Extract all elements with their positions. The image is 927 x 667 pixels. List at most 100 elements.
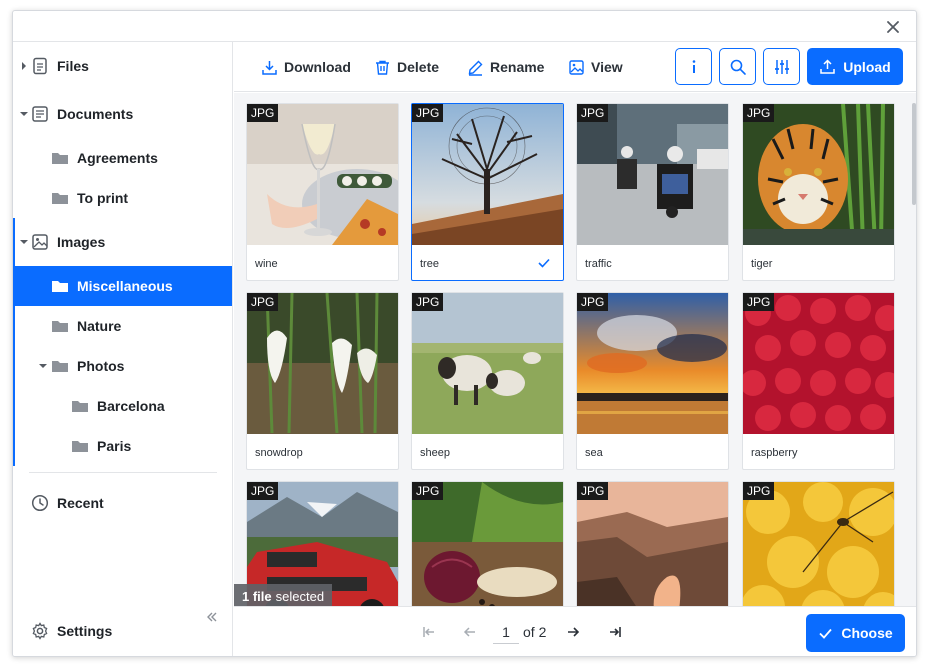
filter-button[interactable] xyxy=(763,48,800,85)
first-page-icon[interactable] xyxy=(420,623,438,641)
info-button[interactable] xyxy=(675,48,712,85)
download-icon xyxy=(262,60,277,75)
page-total: of 2 xyxy=(523,624,547,640)
file-card-tiger[interactable]: JPG tiger xyxy=(742,103,895,281)
sidebar-item-agreements[interactable]: Agreements xyxy=(13,138,232,178)
file-card-wine[interactable]: JPG wine xyxy=(246,103,399,281)
file-card-tree[interactable]: JPG tree xyxy=(411,103,564,281)
file-type-badge: JPG xyxy=(743,293,775,311)
sidebar-item-documents[interactable]: Documents xyxy=(13,94,232,134)
sidebar-item-images[interactable]: Images xyxy=(13,222,232,262)
sidebar-item-files[interactable]: Files xyxy=(13,46,232,86)
thumbnail xyxy=(247,293,398,434)
view-button[interactable]: View xyxy=(568,56,623,78)
file-name: traffic xyxy=(585,258,612,270)
file-type-badge: JPG xyxy=(247,293,279,311)
file-name: tiger xyxy=(751,258,773,270)
file-type-badge: JPG xyxy=(577,104,609,122)
next-page-icon[interactable] xyxy=(564,623,582,641)
thumbnail xyxy=(577,104,728,245)
sidebar-item-photos[interactable]: Photos xyxy=(13,346,232,386)
sidebar: Files Documents Agreements To print Imag… xyxy=(13,42,233,656)
thumbnail xyxy=(743,293,894,434)
sidebar-divider xyxy=(29,472,217,473)
grid-scrollbar[interactable] xyxy=(912,103,916,205)
last-page-icon[interactable] xyxy=(606,623,624,641)
sidebar-item-to-print[interactable]: To print xyxy=(13,178,232,218)
file-name: tree xyxy=(420,258,439,270)
check-icon xyxy=(537,256,551,270)
view-label: View xyxy=(591,59,623,75)
folder-icon xyxy=(51,277,69,295)
sidebar-item-nature[interactable]: Nature xyxy=(13,306,232,346)
file-card-flowers[interactable]: JPG xyxy=(742,481,895,606)
file-type-badge: JPG xyxy=(412,104,444,122)
upload-button[interactable]: Upload xyxy=(807,48,903,85)
folder-icon xyxy=(71,437,89,455)
thumbnail xyxy=(577,482,728,606)
folder-icon xyxy=(71,397,89,415)
sidebar-item-settings[interactable]: Settings xyxy=(13,611,232,651)
file-manager-dialog: Files Documents Agreements To print Imag… xyxy=(12,10,917,657)
delete-label: Delete xyxy=(397,59,440,75)
file-name: sheep xyxy=(420,447,450,459)
file-type-badge: JPG xyxy=(247,104,279,122)
file-type-badge: JPG xyxy=(577,482,609,500)
sidebar-item-paris[interactable]: Paris xyxy=(13,426,232,466)
sidebar-item-miscellaneous[interactable]: Miscellaneous xyxy=(13,266,232,306)
thumbnail xyxy=(412,482,563,606)
sidebar-item-label: Images xyxy=(57,234,106,250)
title-bar xyxy=(13,11,916,42)
file-name: wine xyxy=(255,258,278,270)
page-input[interactable] xyxy=(493,620,519,644)
footer: of 2 Choose xyxy=(234,606,916,656)
folder-icon xyxy=(51,149,69,167)
file-card-traffic[interactable]: JPG traffic xyxy=(576,103,729,281)
sidebar-item-label: Files xyxy=(57,58,89,74)
thumbnail xyxy=(743,104,894,245)
sidebar-item-barcelona[interactable]: Barcelona xyxy=(13,386,232,426)
sidebar-item-label: Documents xyxy=(57,106,134,122)
file-type-badge: JPG xyxy=(412,293,444,311)
close-icon[interactable] xyxy=(884,18,902,36)
selection-count: 1 file xyxy=(242,588,272,604)
rename-label: Rename xyxy=(490,59,545,75)
choose-button[interactable]: Choose xyxy=(806,614,905,652)
sidebar-item-recent[interactable]: Recent xyxy=(13,483,232,523)
file-name: sea xyxy=(585,447,603,459)
caret-down-icon[interactable] xyxy=(38,361,48,371)
caret-down-icon[interactable] xyxy=(19,109,29,119)
file-card-onion[interactable]: JPG xyxy=(411,481,564,606)
prev-page-icon[interactable] xyxy=(461,623,479,641)
delete-button[interactable]: Delete xyxy=(374,56,439,78)
file-card-raspberry[interactable]: JPG raspberry xyxy=(742,292,895,470)
caret-down-icon[interactable] xyxy=(19,237,29,247)
search-button[interactable] xyxy=(719,48,756,85)
trash-icon xyxy=(376,60,389,75)
choose-label: Choose xyxy=(841,625,893,641)
image-icon xyxy=(31,233,49,251)
download-button[interactable]: Download xyxy=(261,56,351,78)
file-card-sea[interactable]: JPG sea xyxy=(576,292,729,470)
upload-label: Upload xyxy=(843,58,891,75)
file-card-sheep[interactable]: JPG sheep xyxy=(411,292,564,470)
file-card-canyon[interactable]: JPG xyxy=(576,481,729,606)
sliders-icon xyxy=(774,59,789,74)
thumbnail xyxy=(247,104,398,245)
gear-icon xyxy=(31,622,49,640)
download-label: Download xyxy=(284,59,351,75)
file-type-badge: JPG xyxy=(577,293,609,311)
toolbar: Download Delete Rename View Upload xyxy=(234,42,916,92)
sidebar-item-label: Agreements xyxy=(77,150,158,166)
selection-status: 1 file selected xyxy=(234,584,333,608)
sidebar-item-label: Recent xyxy=(57,495,104,511)
file-card-snowdrop[interactable]: JPG snowdrop xyxy=(246,292,399,470)
caret-right-icon[interactable] xyxy=(19,61,29,71)
rename-button[interactable]: Rename xyxy=(467,56,544,78)
file-type-badge: JPG xyxy=(743,482,775,500)
pencil-icon xyxy=(468,60,483,76)
check-icon xyxy=(819,628,833,639)
sidebar-item-label: Settings xyxy=(57,623,113,639)
sidebar-item-label: Photos xyxy=(77,358,125,374)
sidebar-item-label: Paris xyxy=(97,438,132,454)
